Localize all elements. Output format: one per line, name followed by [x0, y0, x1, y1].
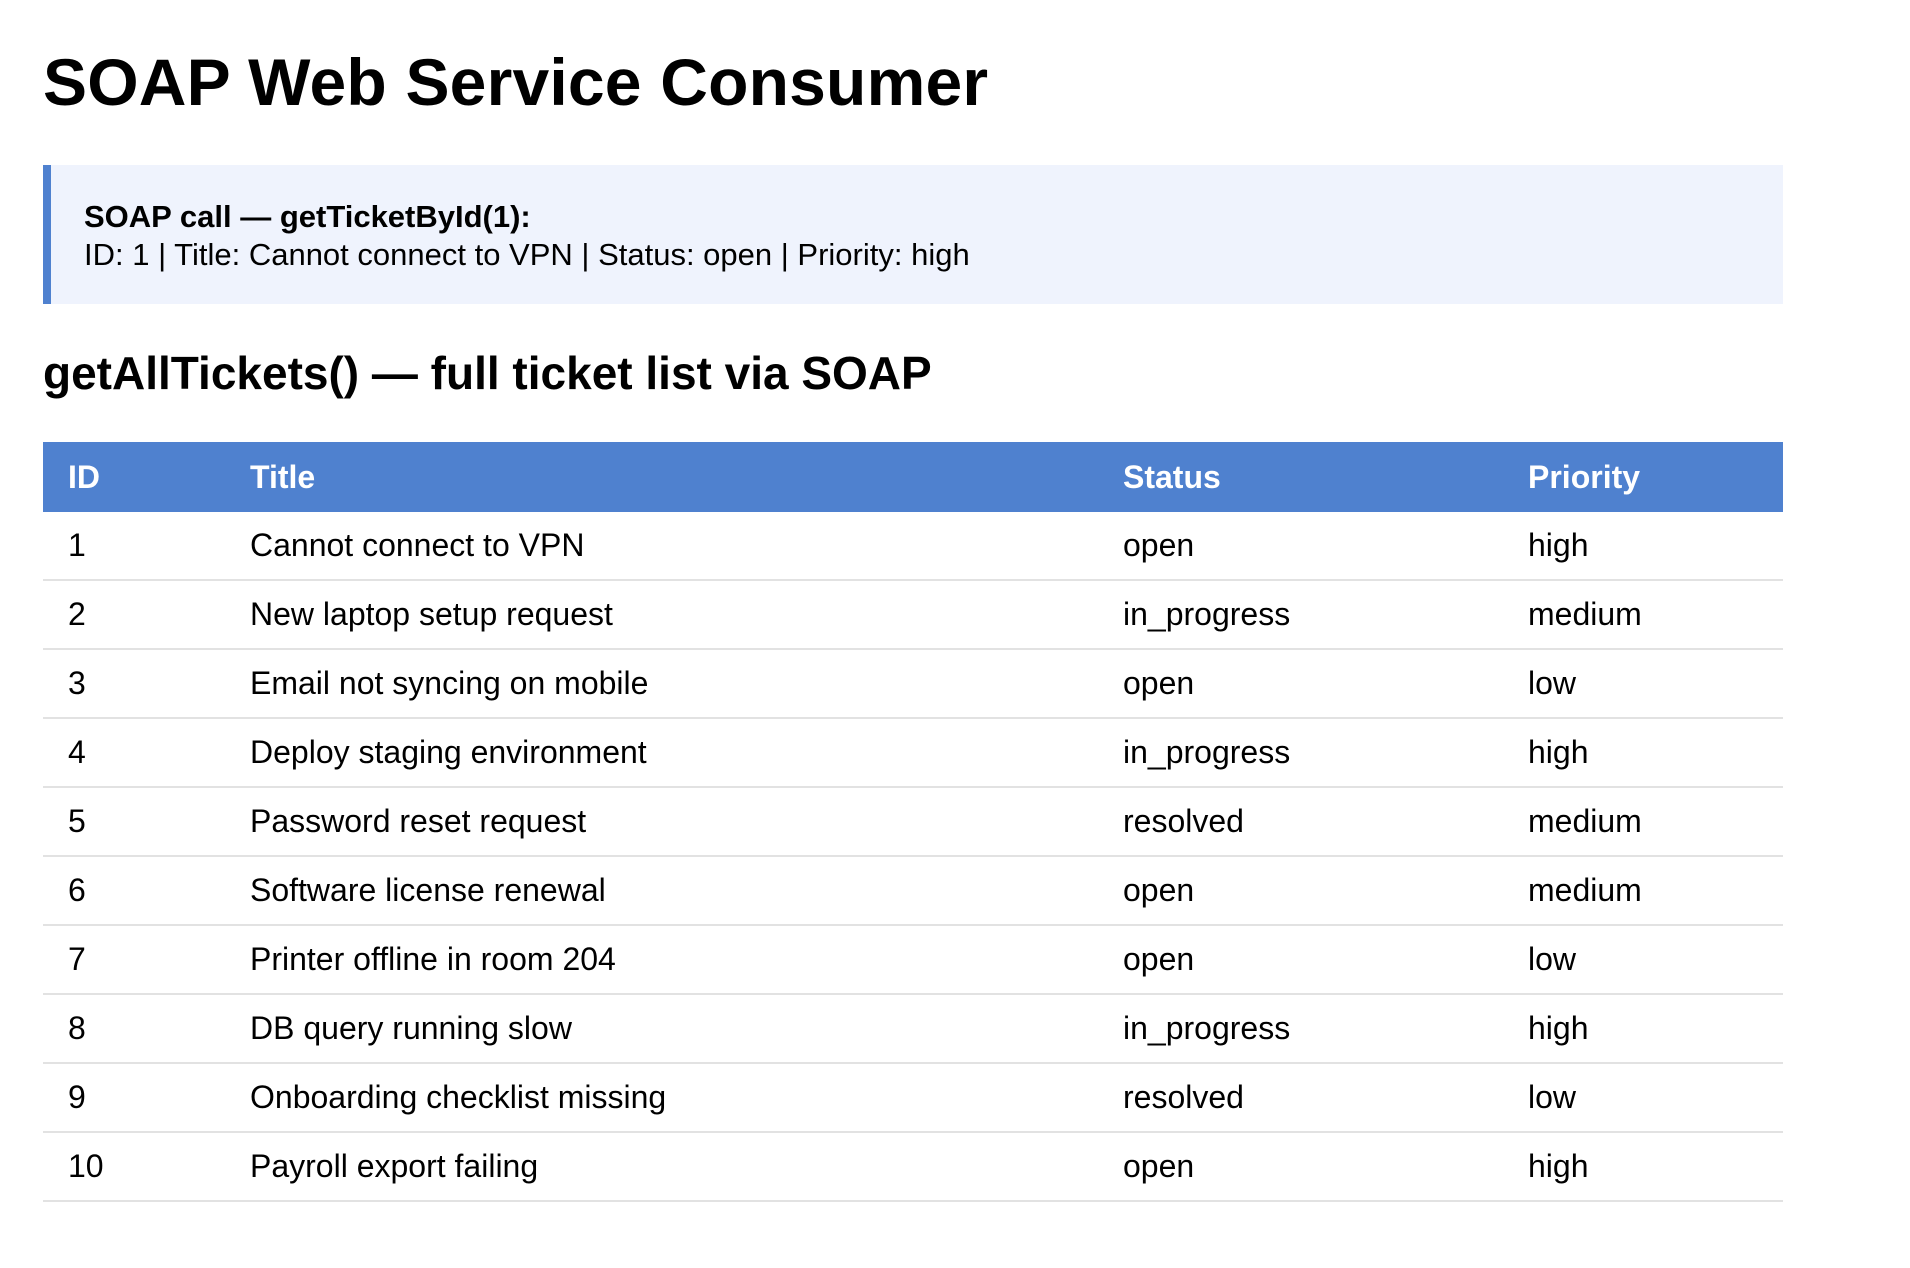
- ticket-status: open: [1098, 649, 1503, 719]
- ticket-title: Payroll export failing: [225, 1132, 1098, 1202]
- table-row: 3 Email not syncing on mobile open low: [43, 649, 1783, 719]
- ticket-title: New laptop setup request: [225, 580, 1098, 650]
- ticket-list-title: getAllTickets() — full ticket list via S…: [43, 347, 932, 399]
- ticket-status: open: [1098, 856, 1503, 926]
- ticket-title: Printer offline in room 204: [225, 925, 1098, 995]
- ticket-status: open: [1098, 925, 1503, 995]
- ticket-title: Password reset request: [225, 787, 1098, 857]
- ticket-priority: low: [1503, 925, 1783, 995]
- ticket-id: 6: [43, 856, 225, 926]
- table-row: 10 Payroll export failing open high: [43, 1132, 1783, 1202]
- page-title: SOAP Web Service Consumer: [43, 45, 989, 119]
- ticket-id: 7: [43, 925, 225, 995]
- table-row: 8 DB query running slow in_progress high: [43, 994, 1783, 1064]
- table-row: 1 Cannot connect to VPN open high: [43, 512, 1783, 581]
- ticket-priority: medium: [1503, 787, 1783, 857]
- ticket-id: 8: [43, 994, 225, 1064]
- soap-call-result: ID: 1 | Title: Cannot connect to VPN | S…: [84, 237, 970, 272]
- ticket-status: in_progress: [1098, 580, 1503, 650]
- ticket-priority: low: [1503, 1063, 1783, 1133]
- ticket-table: ID Title Status Priority 1 Cannot connec…: [43, 442, 1783, 1202]
- ticket-status: resolved: [1098, 787, 1503, 857]
- table-header-row: ID Title Status Priority: [43, 442, 1783, 512]
- table-row: 5 Password reset request resolved medium: [43, 787, 1783, 857]
- ticket-status: open: [1098, 1132, 1503, 1202]
- column-header-id: ID: [68, 459, 100, 495]
- ticket-status: in_progress: [1098, 994, 1503, 1064]
- ticket-id: 2: [43, 580, 225, 650]
- ticket-title: Email not syncing on mobile: [225, 649, 1098, 719]
- ticket-id: 1: [43, 512, 225, 581]
- ticket-priority: low: [1503, 649, 1783, 719]
- ticket-title: Deploy staging environment: [225, 718, 1098, 788]
- table-row: 2 New laptop setup request in_progress m…: [43, 580, 1783, 650]
- ticket-id: 4: [43, 718, 225, 788]
- soap-call-result-panel: SOAP call — getTicketById(1): ID: 1 | Ti…: [43, 165, 1783, 304]
- ticket-priority: medium: [1503, 580, 1783, 650]
- page-content: SOAP Web Service Consumer SOAP call — ge…: [43, 0, 1783, 1202]
- ticket-title: Cannot connect to VPN: [225, 512, 1098, 581]
- ticket-id: 10: [43, 1132, 225, 1202]
- ticket-status: resolved: [1098, 1063, 1503, 1133]
- ticket-title: DB query running slow: [225, 994, 1098, 1064]
- ticket-status: open: [1098, 512, 1503, 581]
- table-row: 4 Deploy staging environment in_progress…: [43, 718, 1783, 788]
- ticket-priority: high: [1503, 994, 1783, 1064]
- ticket-priority: high: [1503, 718, 1783, 788]
- ticket-priority: medium: [1503, 856, 1783, 926]
- table-row: 7 Printer offline in room 204 open low: [43, 925, 1783, 995]
- ticket-priority: high: [1503, 1132, 1783, 1202]
- table-row: 9 Onboarding checklist missing resolved …: [43, 1063, 1783, 1133]
- soap-call-label: SOAP call — getTicketById(1):: [84, 199, 531, 234]
- ticket-status: in_progress: [1098, 718, 1503, 788]
- table-row: 6 Software license renewal open medium: [43, 856, 1783, 926]
- ticket-title: Onboarding checklist missing: [225, 1063, 1098, 1133]
- ticket-priority: high: [1503, 512, 1783, 581]
- ticket-id: 3: [43, 649, 225, 719]
- ticket-id: 5: [43, 787, 225, 857]
- column-header-priority: Priority: [1528, 459, 1641, 495]
- ticket-id: 9: [43, 1063, 225, 1133]
- ticket-title: Software license renewal: [225, 856, 1098, 926]
- column-header-title: Title: [250, 459, 316, 495]
- column-header-status: Status: [1123, 459, 1221, 495]
